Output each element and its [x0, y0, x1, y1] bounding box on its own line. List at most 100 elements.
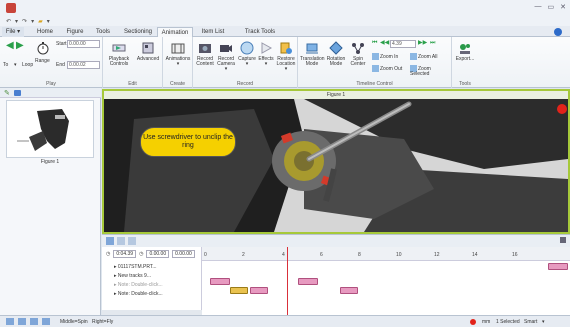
grid-view-icon[interactable] — [106, 237, 114, 245]
loop-toggle[interactable]: Loop — [22, 63, 33, 68]
detail-view-icon[interactable] — [128, 237, 136, 245]
start-time-box[interactable]: 0.00.00 — [146, 249, 170, 258]
restore-icon[interactable]: ▭ — [548, 3, 555, 11]
to-dropdown[interactable]: To — [3, 63, 8, 68]
group-label: Play — [46, 81, 56, 87]
playhead[interactable] — [287, 247, 288, 316]
step-forward-icon[interactable]: ▶▶ — [418, 40, 427, 46]
record-content-label: Record Content — [196, 56, 214, 67]
zoom-out-icon — [372, 65, 379, 72]
zoom-selected-button[interactable]: Zoom Selected — [410, 65, 451, 77]
animations-button[interactable]: Animations ▾ — [164, 41, 192, 67]
customize-icon[interactable]: ▾ — [47, 18, 50, 25]
timeline-ruler[interactable]: 0 2 4 6 8 10 12 14 16 — [202, 247, 570, 261]
view-icon[interactable] — [14, 90, 21, 96]
zoom-in-label: Zoom In — [380, 53, 399, 60]
track-bar[interactable] — [250, 287, 268, 294]
playback-controls-button[interactable]: Playback Controls — [105, 41, 133, 67]
tick-label: 14 — [472, 252, 478, 258]
zoom-all-label: Zoom All — [418, 53, 438, 60]
ribbon-group-tools: Export... Tools — [452, 37, 478, 88]
play-backward-icon[interactable]: ◀ — [6, 41, 14, 51]
help-icon[interactable] — [554, 28, 562, 36]
timeline-tracks[interactable]: 0 2 4 6 8 10 12 14 16 — [202, 247, 570, 316]
tab-file[interactable]: File ▾ — [2, 27, 24, 37]
rotation-mode-button[interactable]: Rotation Mode — [324, 41, 348, 67]
capture-button[interactable]: Capture ▾ — [237, 41, 257, 67]
figure-thumbnail[interactable] — [6, 100, 94, 158]
track-bar[interactable] — [210, 278, 230, 285]
spin-center-button[interactable]: Spin Center — [348, 41, 368, 67]
tab-figure[interactable]: Figure — [62, 27, 88, 37]
view-mode-icon[interactable] — [42, 318, 50, 325]
advanced-button[interactable]: Advanced — [135, 41, 161, 62]
dropdown-icon[interactable]: ▾ — [542, 319, 545, 325]
view-mode-icon[interactable] — [18, 318, 26, 325]
3d-viewport[interactable]: Figure 1 Use screwdriver to unclip the r… — [102, 89, 570, 234]
translation-mode-button[interactable]: Translation Mode — [300, 41, 325, 67]
minimize-icon[interactable]: — — [535, 3, 542, 11]
panel-menu-icon[interactable] — [560, 237, 566, 243]
app-icon[interactable] — [6, 3, 16, 13]
range-button[interactable]: Range — [35, 59, 50, 64]
track-bar-selected[interactable] — [230, 287, 248, 294]
ribbon-tabs: File ▾ Home Figure Tools Sectioning Anim… — [0, 26, 570, 37]
dropdown-icon[interactable]: ▾ — [164, 62, 192, 67]
dropdown-icon[interactable]: ▾ — [31, 18, 34, 25]
group-label: Tools — [459, 81, 471, 87]
track-bar[interactable] — [548, 263, 568, 270]
tree-item[interactable]: ▸ New tracks 9... — [114, 272, 151, 280]
end-time-box[interactable]: 0.00.00 — [172, 249, 195, 258]
restore-location-button[interactable]: Restore Location ▾ — [275, 41, 297, 72]
rotation-mode-label: Rotation Mode — [326, 56, 346, 67]
dropdown-icon[interactable]: ▾ — [275, 67, 297, 72]
tree-item-label: Note: Double-click... — [117, 282, 163, 288]
pin-icon[interactable]: ✎ — [4, 89, 10, 97]
current-time-box[interactable]: 0:04.39 — [113, 249, 137, 258]
step-back-icon[interactable]: ◀◀ — [380, 40, 389, 46]
units-indicator[interactable]: mm — [482, 319, 490, 325]
track-bar[interactable] — [298, 278, 318, 285]
redo-icon[interactable]: ↷ — [22, 18, 27, 25]
window-controls: — ▭ ✕ — [535, 3, 567, 11]
dropdown-icon[interactable]: ▾ — [215, 67, 237, 72]
current-time-field[interactable]: 4.39 — [390, 40, 416, 48]
tree-item[interactable]: ▸ Note: Double-click... — [114, 281, 163, 289]
open-folder-icon[interactable]: ▰ — [38, 18, 43, 25]
zoom-out-button[interactable]: Zoom Out — [372, 65, 402, 72]
tab-home[interactable]: Home — [30, 27, 60, 37]
go-to-end-icon[interactable]: ⏭ — [430, 40, 435, 46]
undo-icon[interactable]: ↶ — [6, 18, 11, 25]
tab-sectioning[interactable]: Sectioning — [121, 27, 155, 37]
viewport-title: Figure 1 — [104, 91, 568, 99]
view-mode-icon[interactable] — [30, 318, 38, 325]
play-forward-icon[interactable]: ▶ — [16, 41, 24, 51]
end-time-field[interactable]: 0.00.02 — [67, 61, 100, 69]
record-content-button[interactable]: Record Content — [195, 41, 215, 67]
tab-animation[interactable]: Animation — [157, 27, 193, 37]
selection-mode[interactable]: Smart — [524, 319, 537, 325]
close-icon[interactable]: ✕ — [560, 3, 566, 11]
track-bar[interactable] — [340, 287, 358, 294]
tree-item[interactable]: ▸ Note: Double-click... — [114, 290, 163, 298]
stopwatch-icon[interactable] — [36, 41, 50, 55]
tab-track-tools[interactable]: Track Tools — [240, 27, 280, 37]
export-button[interactable]: Export... — [453, 41, 477, 62]
list-view-icon[interactable] — [117, 237, 125, 245]
go-to-start-icon[interactable]: ⏮ — [372, 40, 377, 46]
dropdown-icon[interactable]: ▾ — [237, 62, 257, 67]
callout-text: Use screwdriver to unclip the ring — [143, 134, 233, 149]
tree-item[interactable]: ▸ 01117STM.PRT... — [114, 263, 157, 271]
tab-tools[interactable]: Tools — [92, 27, 114, 37]
effects-button[interactable]: Effects ▾ — [257, 41, 275, 67]
start-time-field[interactable]: 0.00.00 — [67, 40, 100, 48]
record-camera-button[interactable]: Record Camera ▾ — [215, 41, 237, 72]
zoom-in-button[interactable]: Zoom In — [372, 53, 398, 60]
dropdown-icon[interactable]: ▾ — [257, 62, 275, 67]
dropdown-icon[interactable]: ▾ — [15, 18, 18, 25]
tab-item-list[interactable]: Item List — [197, 27, 229, 37]
zoom-all-button[interactable]: Zoom All — [410, 53, 437, 60]
ribbon-group-record: Record Content Record Camera ▾ Capture ▾… — [193, 37, 298, 88]
dropdown-icon[interactable]: ▾ — [14, 63, 17, 68]
view-mode-icon[interactable] — [6, 318, 14, 325]
